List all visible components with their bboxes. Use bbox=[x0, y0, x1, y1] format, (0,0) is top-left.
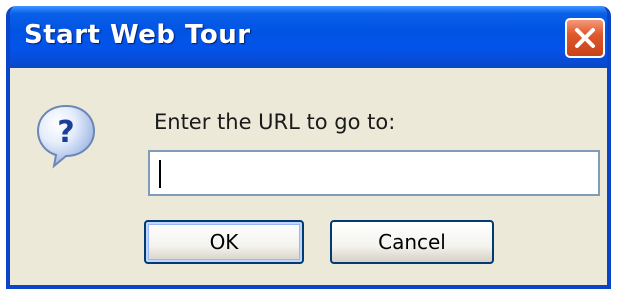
dialog-title: Start Web Tour bbox=[24, 20, 251, 50]
cancel-button[interactable]: Cancel bbox=[330, 220, 494, 264]
svg-text:?: ? bbox=[57, 115, 74, 150]
ok-button[interactable]: OK bbox=[144, 220, 304, 264]
title-bar[interactable]: Start Web Tour bbox=[10, 6, 607, 68]
text-caret bbox=[159, 160, 161, 188]
close-button[interactable] bbox=[565, 18, 605, 58]
dialog-body: ? Enter the URL to go to: OK Cancel bbox=[10, 68, 607, 285]
url-input[interactable] bbox=[148, 150, 600, 196]
close-icon bbox=[575, 28, 595, 48]
question-icon: ? bbox=[36, 104, 96, 169]
start-web-tour-dialog: Start Web Tour ? Enter the URL to go to:… bbox=[6, 6, 611, 289]
url-prompt-label: Enter the URL to go to: bbox=[154, 110, 396, 134]
